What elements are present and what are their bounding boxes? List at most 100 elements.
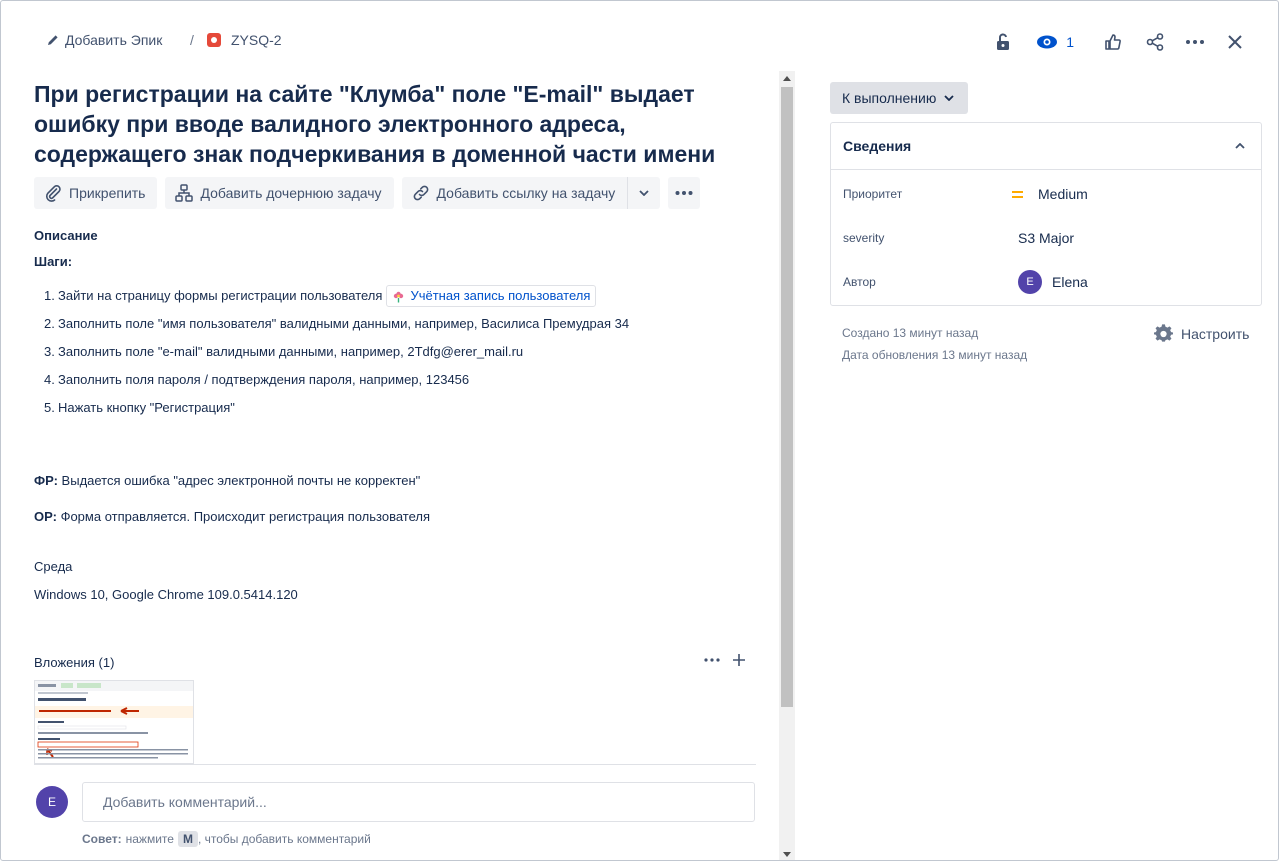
step-text: Заполнить поле "e-mail" валидными данным… bbox=[58, 344, 524, 359]
attachments-heading: Вложения (1) bbox=[34, 655, 115, 670]
severity-value[interactable]: S3 Major bbox=[1018, 230, 1074, 246]
add-epic-label: Добавить Эпик bbox=[65, 32, 163, 48]
issue-title[interactable]: При регистрации на сайте "Клумба" поле "… bbox=[34, 79, 734, 169]
list-item: 2. Заполнить поле "имя пользователя" вал… bbox=[44, 310, 629, 338]
more-actions-button[interactable] bbox=[1182, 29, 1208, 55]
author-label: Автор bbox=[843, 275, 876, 289]
issue-key-link[interactable]: ZYSQ-2 bbox=[207, 32, 282, 48]
add-child-issue-button[interactable]: Добавить дочернюю задачу bbox=[165, 177, 394, 209]
priority-label: Приоритет bbox=[843, 187, 903, 201]
add-child-label: Добавить дочернюю задачу bbox=[200, 185, 382, 201]
scrollbar-thumb[interactable] bbox=[781, 87, 793, 707]
comment-input[interactable]: Добавить комментарий... bbox=[82, 782, 755, 822]
description-heading: Описание bbox=[34, 228, 98, 243]
issue-action-bar: Прикрепить Добавить дочернюю задачу Доба… bbox=[34, 177, 756, 209]
details-panel-header[interactable]: Сведения bbox=[831, 123, 1261, 170]
tip-pre: нажмите bbox=[125, 832, 174, 846]
link-issue-split-button: Добавить ссылку на задачу bbox=[401, 177, 661, 209]
breadcrumb-separator: / bbox=[190, 32, 194, 48]
add-epic-button[interactable]: Добавить Эпик bbox=[47, 32, 162, 48]
page-link-label: Учётная запись пользователя bbox=[410, 288, 591, 303]
page-link-chip[interactable]: Учётная запись пользователя bbox=[386, 285, 597, 307]
actual-result-label: ФР: bbox=[34, 473, 58, 488]
step-number: 5. bbox=[44, 400, 55, 415]
share-icon bbox=[1146, 33, 1164, 51]
author-value[interactable]: E Elena bbox=[1018, 270, 1088, 294]
step-text: Заполнить поле "имя пользователя" валидн… bbox=[58, 316, 630, 331]
link-options-dropdown[interactable] bbox=[628, 177, 660, 209]
scroll-down-arrow-icon[interactable] bbox=[783, 852, 791, 857]
gear-icon bbox=[1154, 324, 1173, 342]
step-text: Зайти на страницу формы регистрации поль… bbox=[58, 288, 383, 303]
created-timestamp: Создано 13 минут назад bbox=[842, 326, 979, 340]
like-button[interactable] bbox=[1100, 29, 1126, 55]
paperclip-icon bbox=[45, 185, 61, 202]
pencil-icon bbox=[48, 35, 58, 45]
list-item: 5. Нажать кнопку "Регистрация" bbox=[44, 394, 629, 422]
step-text: Нажать кнопку "Регистрация" bbox=[58, 400, 235, 415]
expected-result-text: Форма отправляется. Происходит регистрац… bbox=[56, 509, 431, 524]
environment-heading: Среда bbox=[34, 559, 73, 574]
hierarchy-icon bbox=[175, 184, 194, 202]
details-panel: Сведения Приоритет Medium severity S3 Ma… bbox=[830, 122, 1262, 306]
add-link-button[interactable]: Добавить ссылку на задачу bbox=[402, 177, 628, 209]
close-button[interactable] bbox=[1222, 29, 1248, 55]
bug-icon bbox=[207, 33, 221, 47]
close-icon bbox=[1228, 35, 1242, 49]
list-item: 1. Зайти на страницу формы регистрации п… bbox=[44, 282, 629, 310]
step-number: 4. bbox=[44, 372, 55, 387]
scroll-up-arrow-icon[interactable] bbox=[783, 76, 791, 81]
tip-post: , чтобы добавить комментарий bbox=[197, 832, 371, 846]
author-field: Автор E Elena bbox=[831, 260, 1261, 304]
attachment-thumbnail[interactable] bbox=[34, 680, 194, 764]
step-number: 3. bbox=[44, 344, 55, 359]
author-name: Elena bbox=[1052, 274, 1088, 290]
priority-value[interactable]: Medium bbox=[1006, 186, 1088, 202]
attach-button[interactable]: Прикрепить bbox=[34, 177, 158, 209]
step-text: Заполнить поля пароля / подтверждения па… bbox=[58, 372, 470, 387]
flower-icon bbox=[394, 291, 404, 302]
add-link-label: Добавить ссылку на задачу bbox=[436, 185, 616, 201]
step-number: 2. bbox=[44, 316, 55, 331]
add-attachment-icon[interactable] bbox=[732, 653, 746, 667]
step-number: 1. bbox=[44, 288, 55, 303]
attach-label: Прикрепить bbox=[69, 185, 146, 201]
header-actions: 1 bbox=[990, 29, 1248, 55]
priority-field: Приоритет Medium bbox=[831, 172, 1261, 216]
expected-result: ОР: Форма отправляется. Происходит регис… bbox=[34, 509, 430, 524]
watch-button[interactable]: 1 bbox=[1036, 29, 1074, 55]
environment-value[interactable]: Windows 10, Google Chrome 109.0.5414.120 bbox=[34, 587, 298, 602]
shortcut-key: M bbox=[177, 831, 198, 847]
ellipsis-icon bbox=[1186, 40, 1204, 44]
steps-heading: Шаги: bbox=[34, 254, 73, 269]
chevron-down-icon bbox=[639, 190, 649, 196]
issue-header: Добавить Эпик / ZYSQ-2 1 bbox=[1, 1, 1278, 81]
updated-timestamp: Дата обновления 13 минут назад bbox=[842, 348, 1028, 362]
attachments-actions bbox=[704, 653, 746, 667]
actual-result: ФР: Выдается ошибка "адрес электронной п… bbox=[34, 473, 420, 488]
ellipsis-icon bbox=[675, 191, 693, 195]
author-avatar: E bbox=[1018, 270, 1042, 294]
expected-result-label: ОР: bbox=[34, 509, 57, 524]
tip-label: Совет: bbox=[82, 832, 122, 846]
priority-medium-icon bbox=[1006, 190, 1028, 198]
chevron-down-icon bbox=[944, 95, 954, 101]
status-dropdown[interactable]: К выполнению bbox=[830, 82, 969, 114]
list-item: 3. Заполнить поле "e-mail" валидными дан… bbox=[44, 338, 629, 366]
severity-label: severity bbox=[843, 231, 885, 245]
actual-result-text: Выдается ошибка "адрес электронной почты… bbox=[57, 473, 421, 488]
lock-button[interactable] bbox=[990, 29, 1016, 55]
watch-count: 1 bbox=[1066, 34, 1074, 50]
configure-button[interactable]: Настроить bbox=[1154, 324, 1249, 343]
status-label: К выполнению bbox=[842, 90, 937, 106]
list-item: 4. Заполнить поля пароля / подтверждения… bbox=[44, 366, 629, 394]
severity-field: severity S3 Major bbox=[831, 216, 1261, 260]
eye-icon bbox=[1037, 35, 1058, 49]
issue-key: ZYSQ-2 bbox=[231, 32, 282, 48]
more-issue-actions-button[interactable] bbox=[668, 177, 701, 209]
configure-label: Настроить bbox=[1181, 325, 1250, 342]
share-button[interactable] bbox=[1142, 29, 1168, 55]
priority-text: Medium bbox=[1038, 186, 1088, 202]
content-scrollbar[interactable] bbox=[779, 71, 795, 860]
attachments-more-icon[interactable] bbox=[704, 658, 720, 662]
